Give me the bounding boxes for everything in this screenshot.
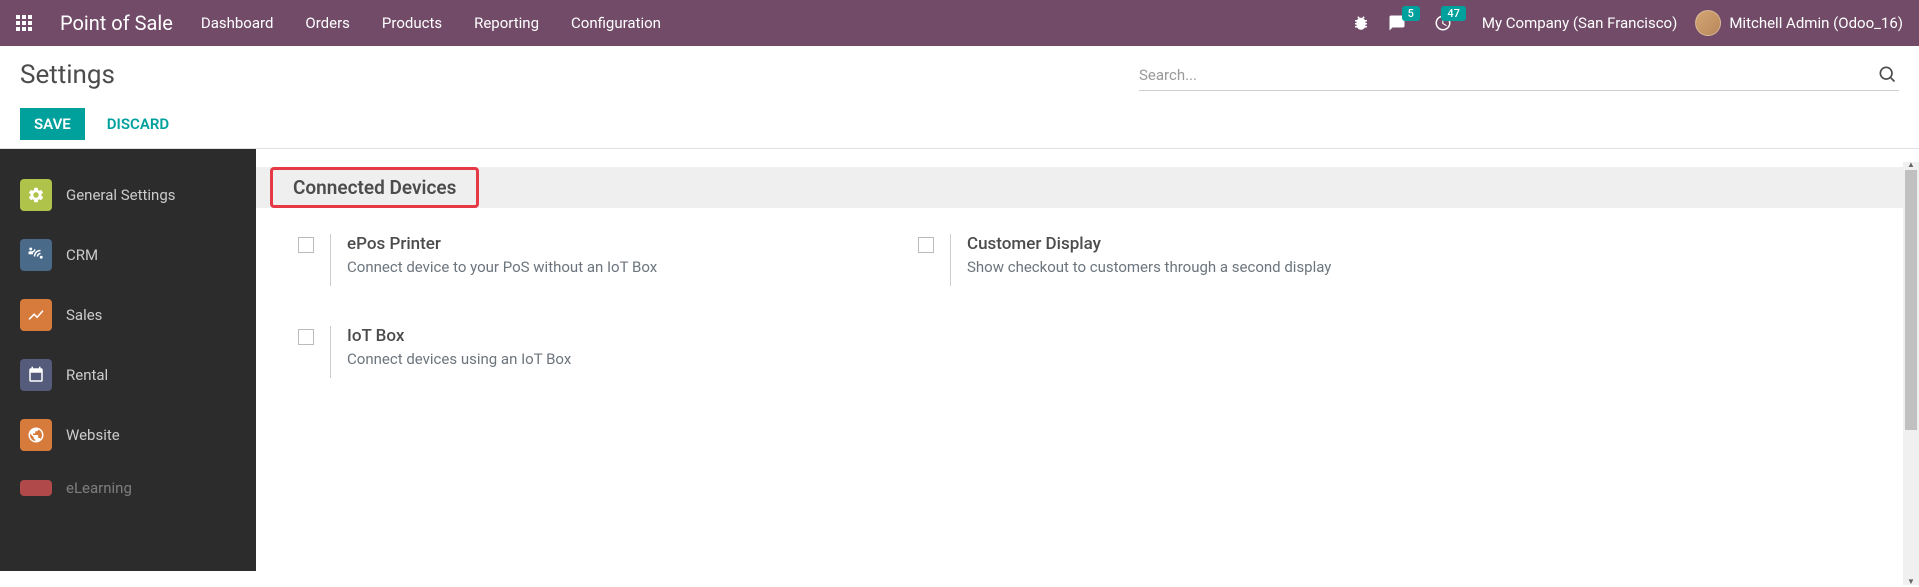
sidebar-item-rental[interactable]: Rental [0, 345, 256, 405]
sidebar-label: Rental [66, 366, 108, 384]
scroll-down-arrow[interactable]: ▼ [1903, 577, 1919, 587]
nav-item-products[interactable]: Products [382, 14, 442, 32]
section-header-bar: Connected Devices [256, 167, 1919, 208]
user-menu[interactable]: Mitchell Admin (Odoo_16) [1695, 10, 1903, 36]
setting-label: Customer Display [967, 234, 1331, 254]
setting-desc: Connect device to your PoS without an Io… [347, 258, 657, 276]
page-title: Settings [20, 60, 181, 90]
book-icon [20, 480, 52, 496]
nav-right: 5 47 My Company (San Francisco) Mitchell… [1352, 10, 1903, 36]
globe-icon [20, 419, 52, 451]
messages-icon[interactable]: 5 [1388, 14, 1406, 32]
sidebar-label: Website [66, 426, 120, 444]
checkbox-customer-display[interactable] [918, 237, 934, 253]
search-container [1139, 60, 1899, 91]
nav-left: Point of Sale Dashboard Orders Products … [16, 11, 661, 35]
content-scrollbar[interactable]: ▲ ▼ [1903, 162, 1919, 585]
debug-icon[interactable] [1352, 14, 1370, 32]
nav-item-orders[interactable]: Orders [305, 14, 350, 32]
section-title: Connected Devices [293, 176, 456, 199]
settings-content: Connected Devices ePos Printer Connect d… [256, 149, 1919, 571]
search-icon[interactable] [1877, 64, 1897, 84]
scrollbar-thumb[interactable] [1905, 170, 1917, 430]
section-header-highlight: Connected Devices [270, 167, 479, 208]
top-navbar: Point of Sale Dashboard Orders Products … [0, 0, 1919, 46]
divider [330, 326, 331, 378]
main-content: General Settings CRM Sales Rental Websit… [0, 148, 1919, 571]
sidebar-label: General Settings [66, 186, 176, 204]
activities-icon[interactable]: 47 [1434, 14, 1452, 32]
sidebar-label: CRM [66, 246, 98, 264]
sidebar-item-sales[interactable]: Sales [0, 285, 256, 345]
key-icon [20, 359, 52, 391]
nav-menu: Dashboard Orders Products Reporting Conf… [201, 14, 661, 32]
settings-row-1: ePos Printer Connect device to your PoS … [256, 234, 1919, 286]
settings-sidebar: General Settings CRM Sales Rental Websit… [0, 149, 256, 571]
sidebar-item-general[interactable]: General Settings [0, 165, 256, 225]
content-inner: Connected Devices ePos Printer Connect d… [256, 149, 1919, 378]
sidebar-item-crm[interactable]: CRM [0, 225, 256, 285]
sidebar-item-website[interactable]: Website [0, 405, 256, 465]
scroll-up-arrow[interactable]: ▲ [1903, 160, 1919, 170]
apps-grid-icon[interactable] [16, 15, 32, 31]
sidebar-item-elearning[interactable]: eLearning [0, 465, 256, 501]
checkbox-iot-box[interactable] [298, 329, 314, 345]
divider [330, 234, 331, 286]
sidebar-label: Sales [66, 306, 102, 324]
setting-text: IoT Box Connect devices using an IoT Box [347, 326, 571, 378]
gear-icon [20, 179, 52, 211]
action-buttons: SAVE DISCARD [20, 108, 181, 140]
setting-text: Customer Display Show checkout to custom… [967, 234, 1331, 286]
control-panel: Settings SAVE DISCARD [0, 46, 1919, 148]
setting-desc: Show checkout to customers through a sec… [967, 258, 1331, 276]
setting-text: ePos Printer Connect device to your PoS … [347, 234, 657, 286]
sidebar-label: eLearning [66, 479, 132, 497]
discard-button[interactable]: DISCARD [95, 108, 181, 140]
setting-desc: Connect devices using an IoT Box [347, 350, 571, 368]
messages-badge: 5 [1402, 6, 1420, 21]
app-title[interactable]: Point of Sale [60, 11, 173, 35]
company-selector[interactable]: My Company (San Francisco) [1482, 14, 1677, 32]
handshake-icon [20, 239, 52, 271]
setting-epos-printer: ePos Printer Connect device to your PoS … [298, 234, 918, 286]
user-name: Mitchell Admin (Odoo_16) [1729, 14, 1903, 32]
nav-item-configuration[interactable]: Configuration [571, 14, 661, 32]
divider [950, 234, 951, 286]
chart-icon [20, 299, 52, 331]
cp-left: Settings SAVE DISCARD [20, 60, 181, 140]
search-input[interactable] [1139, 60, 1899, 91]
settings-row-2: IoT Box Connect devices using an IoT Box [256, 326, 1919, 378]
user-avatar [1695, 10, 1721, 36]
setting-iot-box: IoT Box Connect devices using an IoT Box [298, 326, 918, 378]
nav-item-reporting[interactable]: Reporting [474, 14, 539, 32]
nav-item-dashboard[interactable]: Dashboard [201, 14, 274, 32]
setting-label: ePos Printer [347, 234, 657, 254]
checkbox-epos[interactable] [298, 237, 314, 253]
setting-label: IoT Box [347, 326, 571, 346]
save-button[interactable]: SAVE [20, 108, 85, 140]
setting-customer-display: Customer Display Show checkout to custom… [918, 234, 1538, 286]
activities-badge: 47 [1441, 6, 1466, 21]
